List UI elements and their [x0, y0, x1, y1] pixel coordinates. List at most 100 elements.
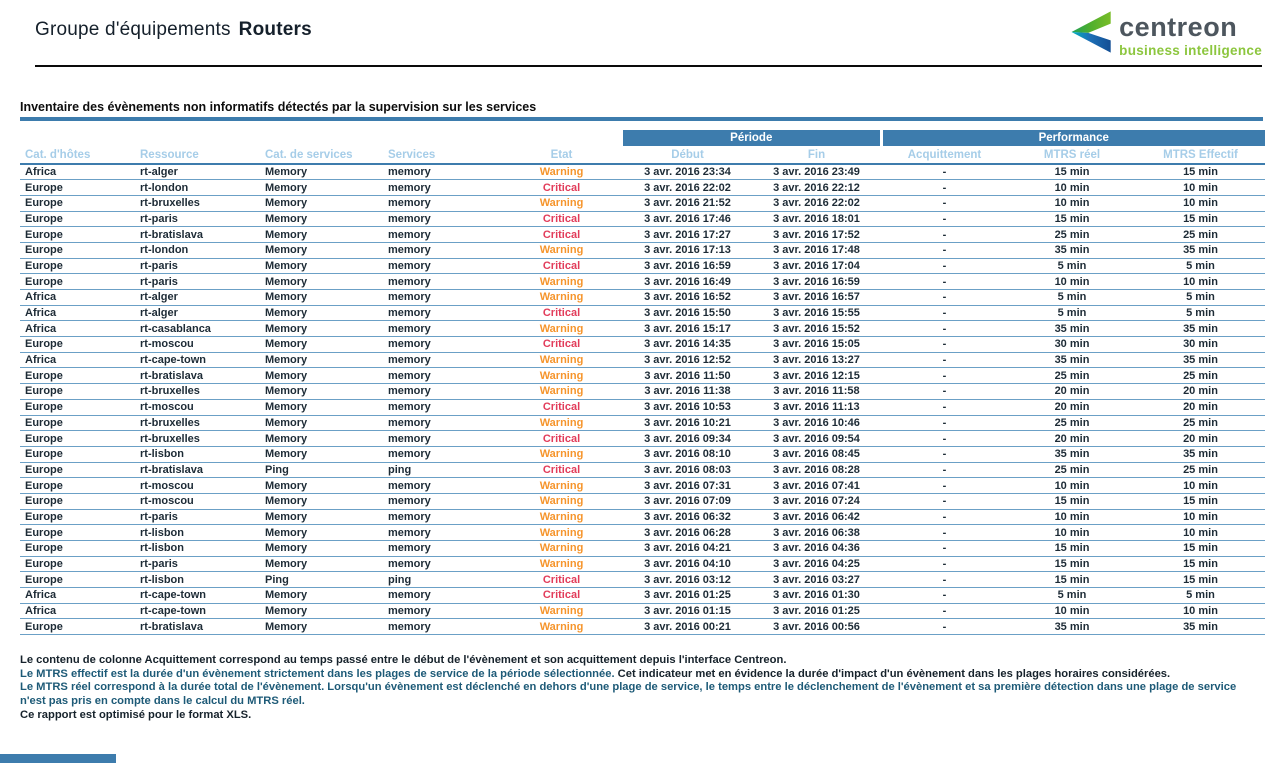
- cell-mtrs-reel: 5 min: [1008, 305, 1136, 321]
- cell-services: memory: [383, 242, 500, 258]
- event-row: Africa rt-cape-town Memory memory Warnin…: [20, 352, 1265, 368]
- cell-fin: 3 avr. 2016 06:38: [752, 525, 881, 541]
- cell-acquittement: -: [881, 195, 1008, 211]
- cell-mtrs-reel: 15 min: [1008, 541, 1136, 557]
- cell-ressource: rt-moscou: [135, 337, 260, 353]
- cell-fin: 3 avr. 2016 06:42: [752, 509, 881, 525]
- cell-etat status-badge: Warning: [500, 525, 623, 541]
- cell-services: memory: [383, 493, 500, 509]
- cell-cat-hotes: Europe: [20, 258, 135, 274]
- cell-etat status-badge: Warning: [500, 195, 623, 211]
- cell-debut: 3 avr. 2016 17:46: [623, 211, 752, 227]
- cell-etat status-badge: Warning: [500, 242, 623, 258]
- cell-fin: 3 avr. 2016 15:52: [752, 321, 881, 337]
- cell-acquittement: -: [881, 180, 1008, 196]
- cell-services: memory: [383, 384, 500, 400]
- cell-cat-hotes: Europe: [20, 431, 135, 447]
- cell-ressource: rt-paris: [135, 509, 260, 525]
- cell-services: memory: [383, 415, 500, 431]
- cell-cat-services: Ping: [260, 462, 383, 478]
- cell-fin: 3 avr. 2016 16:57: [752, 290, 881, 306]
- column-header-row: Cat. d'hôtes Ressource Cat. de services …: [20, 146, 1265, 164]
- cell-mtrs-effectif: 15 min: [1136, 556, 1265, 572]
- cell-ressource: rt-lisbon: [135, 541, 260, 557]
- cell-cat-hotes: Europe: [20, 493, 135, 509]
- column-header-debut: Début: [623, 146, 752, 164]
- cell-services: memory: [383, 274, 500, 290]
- event-row: Europe rt-moscou Memory memory Warning 3…: [20, 493, 1265, 509]
- note-mtrs-reel: Le MTRS réel correspond à la durée total…: [20, 681, 1262, 708]
- cell-fin: 3 avr. 2016 23:49: [752, 164, 881, 180]
- event-row: Europe rt-bruxelles Memory memory Warnin…: [20, 415, 1265, 431]
- cell-mtrs-effectif: 25 min: [1136, 415, 1265, 431]
- cell-services: memory: [383, 588, 500, 604]
- centreon-logo: centreon business intelligence: [1068, 10, 1262, 59]
- column-header-mtrs-reel: MTRS réel: [1008, 146, 1136, 164]
- event-row: Africa rt-cape-town Memory memory Warnin…: [20, 603, 1265, 619]
- cell-ressource: rt-alger: [135, 305, 260, 321]
- cell-debut: 3 avr. 2016 07:09: [623, 493, 752, 509]
- report-notes: Le contenu de colonne Acquittement corre…: [20, 654, 1262, 722]
- cell-cat-hotes: Africa: [20, 603, 135, 619]
- cell-mtrs-effectif: 20 min: [1136, 399, 1265, 415]
- cell-acquittement: -: [881, 211, 1008, 227]
- cell-acquittement: -: [881, 431, 1008, 447]
- cell-debut: 3 avr. 2016 15:17: [623, 321, 752, 337]
- cell-mtrs-reel: 5 min: [1008, 290, 1136, 306]
- column-header-services: Services: [383, 146, 500, 164]
- cell-cat-services: Memory: [260, 525, 383, 541]
- cell-mtrs-reel: 20 min: [1008, 384, 1136, 400]
- cell-cat-services: Memory: [260, 195, 383, 211]
- cell-mtrs-effectif: 35 min: [1136, 446, 1265, 462]
- cell-cat-hotes: Africa: [20, 321, 135, 337]
- cell-cat-hotes: Europe: [20, 541, 135, 557]
- cell-ressource: rt-paris: [135, 274, 260, 290]
- cell-mtrs-effectif: 5 min: [1136, 290, 1265, 306]
- cell-services: ping: [383, 572, 500, 588]
- cell-cat-services: Memory: [260, 603, 383, 619]
- cell-mtrs-reel: 30 min: [1008, 337, 1136, 353]
- cell-cat-services: Memory: [260, 164, 383, 180]
- cell-etat status-badge: Warning: [500, 321, 623, 337]
- cell-services: memory: [383, 431, 500, 447]
- cell-cat-hotes: Europe: [20, 462, 135, 478]
- events-table: Période Performance Cat. d'hôtes Ressour…: [20, 130, 1265, 635]
- cell-etat status-badge: Critical: [500, 572, 623, 588]
- cell-cat-services: Memory: [260, 274, 383, 290]
- cell-ressource: rt-casablanca: [135, 321, 260, 337]
- event-row: Europe rt-lisbon Memory memory Warning 3…: [20, 541, 1265, 557]
- cell-debut: 3 avr. 2016 01:25: [623, 588, 752, 604]
- group-header-spacer: [20, 130, 623, 146]
- cell-ressource: rt-paris: [135, 556, 260, 572]
- cell-acquittement: -: [881, 290, 1008, 306]
- cell-fin: 3 avr. 2016 17:04: [752, 258, 881, 274]
- cell-debut: 3 avr. 2016 11:38: [623, 384, 752, 400]
- events-tbody: Africa rt-alger Memory memory Warning 3 …: [20, 164, 1265, 635]
- cell-cat-hotes: Europe: [20, 415, 135, 431]
- cell-fin: 3 avr. 2016 13:27: [752, 352, 881, 368]
- cell-mtrs-effectif: 20 min: [1136, 431, 1265, 447]
- cell-mtrs-reel: 10 min: [1008, 180, 1136, 196]
- cell-cat-hotes: Europe: [20, 509, 135, 525]
- cell-fin: 3 avr. 2016 11:58: [752, 384, 881, 400]
- cell-acquittement: -: [881, 603, 1008, 619]
- cell-etat status-badge: Warning: [500, 493, 623, 509]
- cell-mtrs-reel: 25 min: [1008, 368, 1136, 384]
- cell-mtrs-effectif: 35 min: [1136, 242, 1265, 258]
- cell-cat-services: Memory: [260, 352, 383, 368]
- cell-debut: 3 avr. 2016 09:34: [623, 431, 752, 447]
- cell-etat status-badge: Warning: [500, 352, 623, 368]
- event-row: Europe rt-moscou Memory memory Critical …: [20, 337, 1265, 353]
- cell-debut: 3 avr. 2016 06:32: [623, 509, 752, 525]
- cell-mtrs-effectif: 25 min: [1136, 462, 1265, 478]
- cell-ressource: rt-cape-town: [135, 603, 260, 619]
- event-row: Europe rt-moscou Memory memory Critical …: [20, 399, 1265, 415]
- cell-ressource: rt-paris: [135, 211, 260, 227]
- cell-mtrs-reel: 35 min: [1008, 242, 1136, 258]
- cell-etat status-badge: Warning: [500, 384, 623, 400]
- cell-services: memory: [383, 321, 500, 337]
- cell-mtrs-effectif: 35 min: [1136, 619, 1265, 635]
- note-mtrs-effectif-rest: Cet indicateur met en évidence la durée …: [618, 668, 1170, 680]
- cell-acquittement: -: [881, 274, 1008, 290]
- cell-mtrs-reel: 35 min: [1008, 446, 1136, 462]
